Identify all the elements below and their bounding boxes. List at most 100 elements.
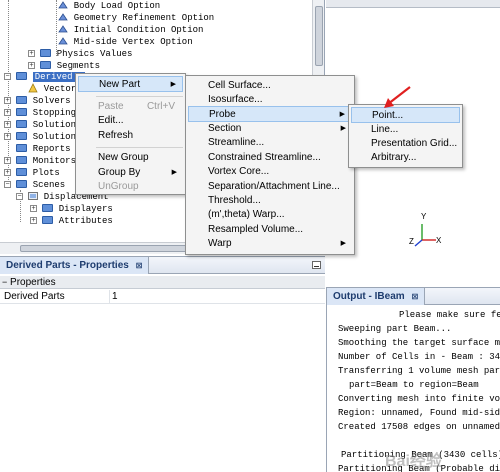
menu-item-label: Separation/Attachment Line...: [208, 181, 340, 192]
output-line: Please make sure featu: [399, 310, 500, 320]
tree-item-solution-2[interactable]: + Solution: [4, 131, 76, 143]
tree-item-vector[interactable]: Vector: [28, 83, 76, 95]
expand-icon[interactable]: +: [4, 109, 11, 116]
tab-label: Output - IBeam: [333, 291, 405, 302]
menu-item-m-theta-warp[interactable]: (m',theta) Warp...: [188, 207, 352, 223]
output-line: Number of Cells in - Beam : 3430: [338, 352, 500, 362]
menu-item-label: Isosurface...: [208, 94, 263, 105]
properties-section-header[interactable]: − Properties: [0, 276, 325, 289]
menu-item-refresh[interactable]: Refresh: [78, 128, 183, 144]
menu-item-label: Arbitrary...: [371, 152, 417, 163]
watermark-logo: Bai经验: [385, 453, 442, 470]
tree-item-displayers[interactable]: + Displayers: [30, 203, 113, 215]
tree-item-monitors[interactable]: + Monitors: [4, 155, 76, 167]
folder-icon: [42, 204, 53, 213]
menu-item-label: Constrained Streamline...: [208, 152, 321, 163]
menu-item-label: UnGroup: [98, 181, 139, 192]
tree-item-geometry-refinement-option[interactable]: Geometry Refinement Option: [58, 12, 214, 24]
output-line: part=Beam to region=Beam: [349, 380, 479, 390]
tree-item-derived-parts[interactable]: − Derived P: [4, 71, 86, 83]
tree-item-solvers[interactable]: + Solvers: [4, 95, 71, 107]
tree-item-attributes[interactable]: + Attributes: [30, 215, 113, 227]
property-value[interactable]: 1: [109, 290, 118, 304]
expand-icon[interactable]: +: [30, 205, 37, 212]
tree-item-body-load-option[interactable]: Body Load Option: [58, 0, 160, 12]
expand-icon[interactable]: +: [28, 62, 35, 69]
scrollbar-thumb[interactable]: [315, 6, 323, 66]
menu-item-edit[interactable]: Edit...: [78, 113, 183, 129]
tree-item-label: Physics Values: [56, 49, 133, 59]
y-axis-label: Y: [421, 212, 427, 221]
tree-item-scenes[interactable]: − Scenes: [4, 179, 65, 191]
option-icon: [58, 24, 68, 34]
expand-icon[interactable]: +: [4, 97, 11, 104]
menu-separator: [96, 147, 183, 148]
menu-item-label: Vortex Core...: [208, 166, 270, 177]
output-line: Smoothing the target surface mesh: [338, 338, 500, 348]
tree-item-plots[interactable]: + Plots: [4, 167, 60, 179]
close-icon[interactable]: ⊠: [136, 261, 143, 270]
minimize-icon[interactable]: [312, 261, 321, 269]
tree-item-mid-side-vertex-option[interactable]: Mid-side Vertex Option: [58, 36, 193, 48]
collapse-icon[interactable]: −: [16, 193, 23, 200]
menu-item-label: (m',theta) Warp...: [208, 209, 285, 220]
expand-icon[interactable]: +: [4, 157, 11, 164]
x-axis-label: X: [436, 236, 442, 245]
menu-item-new-part[interactable]: New Part ▶: [78, 76, 183, 92]
output-panel: Output - IBeam ⊠ Please make sure featu …: [326, 287, 500, 472]
tab-output-ibeam[interactable]: Output - IBeam ⊠: [327, 288, 426, 305]
tree-item-label: Scenes: [32, 180, 66, 190]
menu-item-label: Threshold...: [208, 195, 261, 206]
menu-item-label: Section: [208, 123, 242, 134]
expand-icon[interactable]: +: [4, 121, 11, 128]
context-menu: New Part ▶ Paste Ctrl+V Edit... Refresh …: [75, 73, 186, 195]
tree-item-initial-condition-option[interactable]: Initial Condition Option: [58, 24, 203, 36]
expand-icon[interactable]: +: [30, 217, 37, 224]
folder-icon: [40, 61, 51, 70]
probe-submenu: Point... Line... Presentation Grid... Ar…: [348, 104, 463, 168]
option-icon: [58, 12, 68, 22]
menu-item-warp[interactable]: Warp ▶: [188, 236, 352, 252]
folder-icon: [16, 96, 27, 105]
tree-item-label: Plots: [32, 168, 60, 178]
tree-item-physics-values[interactable]: + Physics Values: [28, 48, 133, 60]
close-icon[interactable]: ⊠: [411, 292, 418, 301]
tree-item-reports[interactable]: Reports: [4, 143, 71, 155]
viewport-top-border: [326, 0, 500, 8]
expand-icon[interactable]: +: [4, 169, 11, 176]
property-row-derived-parts[interactable]: Derived Parts 1: [0, 290, 325, 304]
menu-item-arbitrary[interactable]: Arbitrary...: [351, 150, 460, 166]
collapse-icon[interactable]: −: [2, 277, 7, 287]
output-line: Converting mesh into finite volume: [338, 394, 500, 404]
menu-item-vortex-core[interactable]: Vortex Core...: [188, 164, 352, 180]
menu-item-label: Line...: [371, 124, 399, 135]
tab-derived-parts-properties[interactable]: Derived Parts - Properties ⊠: [0, 257, 150, 274]
expand-icon[interactable]: +: [28, 50, 35, 57]
tree-item-label: Solvers: [32, 96, 71, 106]
output-line: Sweeping part Beam...: [338, 324, 452, 334]
tree-item-label: Stopping: [32, 108, 76, 118]
expand-icon[interactable]: +: [4, 133, 11, 140]
folder-icon: [16, 120, 27, 129]
menu-item-new-group[interactable]: New Group: [78, 150, 183, 166]
new-part-submenu: Cell Surface... Isosurface... Probe ▶ Se…: [185, 75, 355, 255]
tree-item-label: Mid-side Vertex Option: [73, 37, 193, 47]
menu-item-probe[interactable]: Probe ▶: [188, 106, 352, 122]
tree-item-label: Reports: [32, 144, 71, 154]
collapse-icon[interactable]: −: [4, 73, 11, 80]
collapse-icon[interactable]: −: [4, 181, 11, 188]
tree-item-label: Geometry Refinement Option: [73, 13, 215, 23]
properties-header-label: Properties: [10, 277, 56, 288]
output-line: Created 17508 edges on unnamed: [338, 422, 500, 432]
menu-item-streamline[interactable]: Streamline...: [188, 135, 352, 151]
tree-item-stopping[interactable]: + Stopping: [4, 107, 76, 119]
tree-item-solution-1[interactable]: + Solution: [4, 119, 76, 131]
menu-item-label: Presentation Grid...: [371, 138, 458, 149]
menu-item-label: New Group: [98, 152, 149, 163]
option-icon: [58, 36, 68, 46]
menu-item-label: Paste: [98, 101, 124, 112]
menu-item-label: Resampled Volume...: [208, 224, 304, 235]
tree-item-label: Solution: [32, 132, 76, 142]
menu-item-ungroup[interactable]: UnGroup: [78, 179, 183, 195]
tree-item-label: Displayers: [58, 204, 113, 214]
